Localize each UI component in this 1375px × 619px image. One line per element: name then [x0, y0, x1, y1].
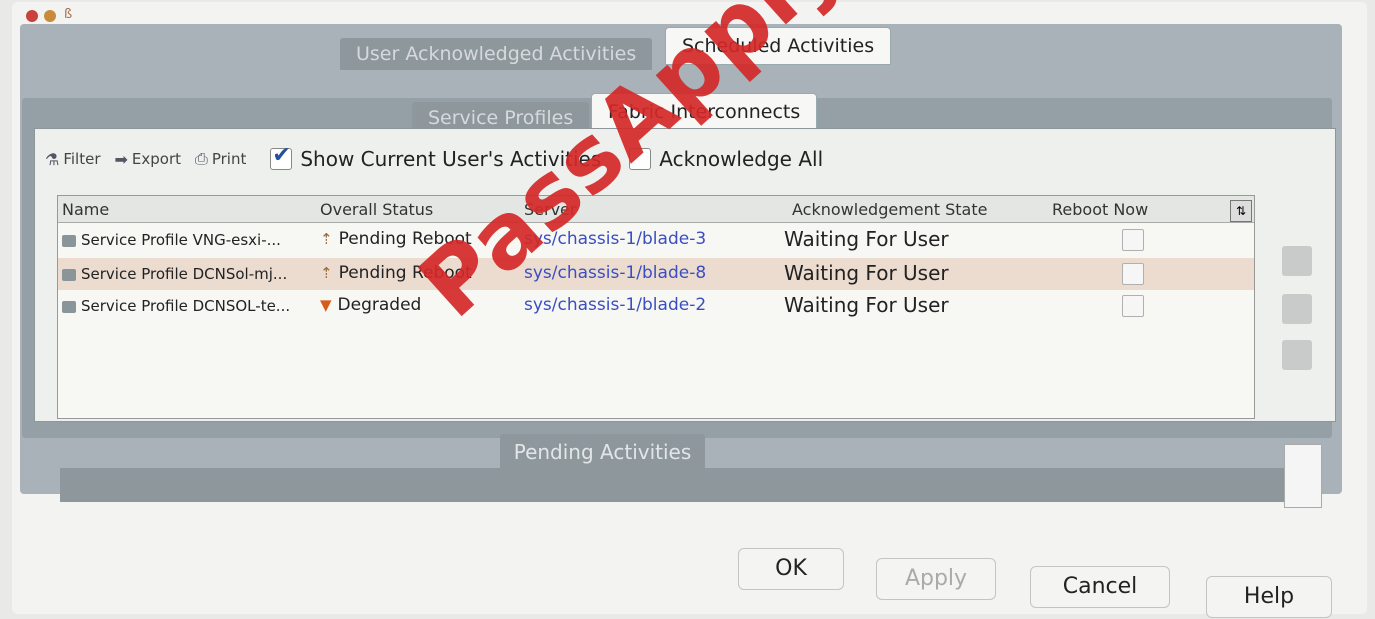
ok-button[interactable]: OK [738, 548, 844, 590]
properties-icon[interactable] [1282, 340, 1312, 370]
tab-label: Service Profiles [428, 107, 574, 129]
side-action-button[interactable] [1282, 246, 1312, 276]
column-header-reboot-now[interactable]: Reboot Now [1052, 200, 1148, 219]
column-header-server[interactable]: Server [524, 200, 576, 219]
table-row[interactable]: Service Profile DCNSOL-te... ▼ Degraded s… [58, 290, 1254, 322]
activities-table: Name Overall Status Server Acknowledgeme… [57, 195, 1255, 419]
row-ack-state: Waiting For User [784, 261, 949, 285]
row-ack-state: Waiting For User [784, 227, 949, 251]
tab-label: User Acknowledged Activities [356, 43, 637, 65]
table-header: Name Overall Status Server Acknowledgeme… [58, 196, 1254, 223]
tab-scheduled-activities[interactable]: Scheduled Activities [666, 28, 891, 64]
close-window-icon[interactable] [26, 10, 38, 22]
filter-icon: ⚗ [45, 149, 60, 169]
export-label: Export [131, 150, 182, 168]
scrollbar[interactable] [1284, 444, 1322, 508]
acknowledge-all-label: Acknowledge All [659, 147, 824, 171]
cancel-button[interactable]: Cancel [1030, 566, 1170, 608]
degraded-icon: ▼ [320, 296, 332, 314]
row-server-link[interactable]: sys/chassis-1/blade-3 [524, 229, 706, 249]
printer-icon: ⎙ [195, 149, 208, 168]
filter-button[interactable]: ⚗ Filter [45, 150, 101, 169]
tab-user-acknowledged-activities[interactable]: User Acknowledged Activities [340, 38, 653, 70]
table-row[interactable]: Service Profile DCNSol-mj... ⇡ Pending Re… [58, 258, 1254, 290]
column-chooser-icon[interactable]: ⇅ [1230, 200, 1252, 222]
checkbox-checked-icon[interactable] [270, 143, 293, 170]
pending-reboot-icon: ⇡ [320, 230, 333, 248]
title-bar: ß [12, 2, 1367, 24]
filter-label: Filter [63, 150, 101, 168]
help-button[interactable]: Help [1206, 576, 1332, 618]
export-button[interactable]: ➡ Export [115, 150, 182, 169]
print-label: Print [211, 150, 247, 168]
pending-reboot-icon: ⇡ [320, 264, 333, 282]
tab-pending-activities[interactable]: Pending Activities [500, 434, 705, 470]
window-title-glyph: ß [64, 7, 73, 22]
row-status-cell: ⇡ Pending Reboot [320, 229, 472, 249]
toolbar: ⚗ Filter ➡ Export ⎙ Print Show Current U… [45, 139, 1195, 179]
reboot-now-checkbox[interactable] [1122, 295, 1144, 317]
minimize-window-icon[interactable] [44, 10, 56, 22]
print-button[interactable]: ⎙ Print [195, 149, 246, 169]
export-icon: ➡ [114, 149, 128, 169]
reboot-now-checkbox[interactable] [1122, 229, 1144, 251]
service-profile-icon [62, 268, 76, 281]
content-area: ⚗ Filter ➡ Export ⎙ Print Show Current U… [34, 128, 1336, 422]
tab-label: Fabric Interconnects [608, 101, 801, 123]
column-header-overall-status[interactable]: Overall Status [320, 200, 433, 219]
tab-label: Scheduled Activities [682, 35, 875, 57]
pending-activities-panel [60, 468, 1296, 502]
row-name-cell: Service Profile DCNSol-mj... [62, 265, 287, 283]
acknowledge-all-checkbox[interactable]: Acknowledge All [629, 147, 823, 171]
row-status-cell: ▼ Degraded [320, 295, 421, 315]
row-name-cell: Service Profile VNG-esxi-... [62, 231, 281, 249]
row-name: Service Profile VNG-esxi-... [81, 231, 281, 249]
column-header-acknowledgement-state[interactable]: Acknowledgement State [792, 200, 987, 219]
service-profile-icon [62, 234, 76, 247]
table-row[interactable]: Service Profile VNG-esxi-... ⇡ Pending Re… [58, 224, 1254, 256]
row-status-cell: ⇡ Pending Reboot [320, 263, 472, 283]
service-profile-icon [62, 300, 76, 313]
row-name: Service Profile DCNSol-mj... [81, 265, 288, 283]
show-current-user-activities-checkbox[interactable]: Show Current User's Activities [270, 143, 602, 171]
row-ack-state: Waiting For User [784, 293, 949, 317]
row-status: Pending Reboot [338, 263, 472, 283]
row-name: Service Profile DCNSOL-te... [81, 297, 291, 315]
checkbox-icon[interactable] [629, 148, 652, 170]
apply-button[interactable]: Apply [876, 558, 996, 600]
row-name-cell: Service Profile DCNSOL-te... [62, 297, 290, 315]
column-header-name[interactable]: Name [62, 200, 109, 219]
tab-fabric-interconnects[interactable]: Fabric Interconnects [592, 94, 817, 130]
row-server-link[interactable]: sys/chassis-1/blade-8 [524, 263, 706, 283]
row-status: Pending Reboot [338, 229, 472, 249]
delete-icon[interactable] [1282, 294, 1312, 324]
row-server-link[interactable]: sys/chassis-1/blade-2 [524, 295, 706, 315]
row-status: Degraded [337, 295, 422, 315]
show-current-label: Show Current User's Activities [300, 147, 602, 171]
reboot-now-checkbox[interactable] [1122, 263, 1144, 285]
